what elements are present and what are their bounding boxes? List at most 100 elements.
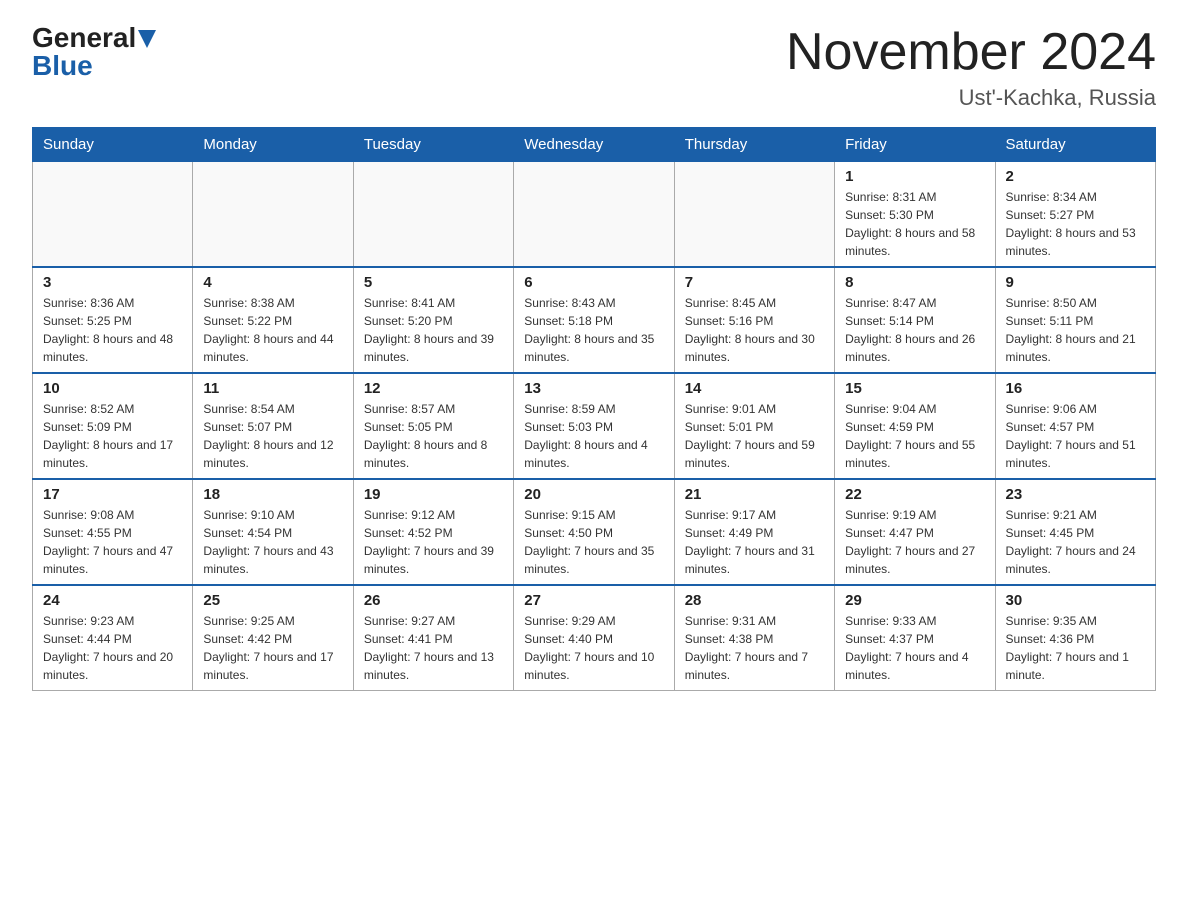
calendar-cell: 10 Sunrise: 8:52 AM Sunset: 5:09 PM Dayli… — [33, 373, 193, 479]
month-title: November 2024 — [786, 24, 1156, 81]
day-of-week-header: Friday — [835, 128, 995, 162]
day-of-week-header: Tuesday — [353, 128, 513, 162]
day-of-week-header: Saturday — [995, 128, 1155, 162]
day-info: Sunrise: 9:23 AM Sunset: 4:44 PM Dayligh… — [43, 612, 182, 684]
day-of-week-header: Wednesday — [514, 128, 674, 162]
day-info: Sunrise: 8:34 AM Sunset: 5:27 PM Dayligh… — [1006, 188, 1145, 260]
day-number: 3 — [43, 274, 182, 291]
calendar-cell — [674, 162, 834, 268]
day-number: 12 — [364, 380, 503, 397]
calendar-cell: 27 Sunrise: 9:29 AM Sunset: 4:40 PM Dayli… — [514, 585, 674, 691]
calendar-cell: 20 Sunrise: 9:15 AM Sunset: 4:50 PM Dayli… — [514, 479, 674, 585]
day-number: 23 — [1006, 486, 1145, 503]
day-info: Sunrise: 9:31 AM Sunset: 4:38 PM Dayligh… — [685, 612, 824, 684]
day-info: Sunrise: 8:47 AM Sunset: 5:14 PM Dayligh… — [845, 294, 984, 366]
calendar-cell: 19 Sunrise: 9:12 AM Sunset: 4:52 PM Dayli… — [353, 479, 513, 585]
day-info: Sunrise: 9:33 AM Sunset: 4:37 PM Dayligh… — [845, 612, 984, 684]
day-info: Sunrise: 9:29 AM Sunset: 4:40 PM Dayligh… — [524, 612, 663, 684]
day-number: 7 — [685, 274, 824, 291]
day-info: Sunrise: 9:21 AM Sunset: 4:45 PM Dayligh… — [1006, 506, 1145, 578]
day-number: 17 — [43, 486, 182, 503]
location: Ust'-Kachka, Russia — [786, 85, 1156, 111]
day-number: 22 — [845, 486, 984, 503]
day-info: Sunrise: 9:35 AM Sunset: 4:36 PM Dayligh… — [1006, 612, 1145, 684]
day-number: 15 — [845, 380, 984, 397]
calendar-cell: 7Sunrise: 8:45 AM Sunset: 5:16 PM Daylig… — [674, 267, 834, 373]
day-number: 16 — [1006, 380, 1145, 397]
calendar-cell: 29 Sunrise: 9:33 AM Sunset: 4:37 PM Dayli… — [835, 585, 995, 691]
logo-triangle-icon — [138, 30, 156, 48]
day-info: Sunrise: 9:12 AM Sunset: 4:52 PM Dayligh… — [364, 506, 503, 578]
day-number: 24 — [43, 592, 182, 609]
day-info: Sunrise: 8:43 AM Sunset: 5:18 PM Dayligh… — [524, 294, 663, 366]
day-of-week-header: Monday — [193, 128, 353, 162]
calendar-cell: 5 Sunrise: 8:41 AM Sunset: 5:20 PM Daylig… — [353, 267, 513, 373]
day-number: 5 — [364, 274, 503, 291]
day-info: Sunrise: 9:08 AM Sunset: 4:55 PM Dayligh… — [43, 506, 182, 578]
day-info: Sunrise: 8:52 AM Sunset: 5:09 PM Dayligh… — [43, 400, 182, 472]
day-info: Sunrise: 8:31 AM Sunset: 5:30 PM Dayligh… — [845, 188, 984, 260]
day-number: 28 — [685, 592, 824, 609]
day-number: 13 — [524, 380, 663, 397]
calendar-cell: 13 Sunrise: 8:59 AM Sunset: 5:03 PM Dayli… — [514, 373, 674, 479]
day-number: 1 — [845, 168, 984, 185]
calendar-cell: 1 Sunrise: 8:31 AM Sunset: 5:30 PM Daylig… — [835, 162, 995, 268]
calendar-cell: 3 Sunrise: 8:36 AM Sunset: 5:25 PM Daylig… — [33, 267, 193, 373]
day-info: Sunrise: 9:15 AM Sunset: 4:50 PM Dayligh… — [524, 506, 663, 578]
calendar-cell: 28 Sunrise: 9:31 AM Sunset: 4:38 PM Dayli… — [674, 585, 834, 691]
calendar-cell: 26 Sunrise: 9:27 AM Sunset: 4:41 PM Dayli… — [353, 585, 513, 691]
calendar-cell: 11 Sunrise: 8:54 AM Sunset: 5:07 PM Dayli… — [193, 373, 353, 479]
day-info: Sunrise: 9:10 AM Sunset: 4:54 PM Dayligh… — [203, 506, 342, 578]
day-number: 21 — [685, 486, 824, 503]
day-info: Sunrise: 8:59 AM Sunset: 5:03 PM Dayligh… — [524, 400, 663, 472]
calendar-cell — [33, 162, 193, 268]
day-info: Sunrise: 8:41 AM Sunset: 5:20 PM Dayligh… — [364, 294, 503, 366]
calendar-cell: 16 Sunrise: 9:06 AM Sunset: 4:57 PM Dayli… — [995, 373, 1155, 479]
day-info: Sunrise: 9:06 AM Sunset: 4:57 PM Dayligh… — [1006, 400, 1145, 472]
day-info: Sunrise: 9:04 AM Sunset: 4:59 PM Dayligh… — [845, 400, 984, 472]
logo-blue-text: Blue — [32, 52, 93, 80]
day-info: Sunrise: 9:25 AM Sunset: 4:42 PM Dayligh… — [203, 612, 342, 684]
day-number: 20 — [524, 486, 663, 503]
day-number: 29 — [845, 592, 984, 609]
day-number: 4 — [203, 274, 342, 291]
day-number: 26 — [364, 592, 503, 609]
day-number: 14 — [685, 380, 824, 397]
page-header: General Blue November 2024 Ust'-Kachka, … — [32, 24, 1156, 111]
calendar-cell: 21 Sunrise: 9:17 AM Sunset: 4:49 PM Dayli… — [674, 479, 834, 585]
day-number: 9 — [1006, 274, 1145, 291]
day-info: Sunrise: 8:54 AM Sunset: 5:07 PM Dayligh… — [203, 400, 342, 472]
calendar-week-row: 1 Sunrise: 8:31 AM Sunset: 5:30 PM Daylig… — [33, 162, 1156, 268]
calendar-cell: 17 Sunrise: 9:08 AM Sunset: 4:55 PM Dayli… — [33, 479, 193, 585]
day-info: Sunrise: 9:19 AM Sunset: 4:47 PM Dayligh… — [845, 506, 984, 578]
calendar-cell: 22 Sunrise: 9:19 AM Sunset: 4:47 PM Dayli… — [835, 479, 995, 585]
day-info: Sunrise: 8:38 AM Sunset: 5:22 PM Dayligh… — [203, 294, 342, 366]
calendar-cell: 30 Sunrise: 9:35 AM Sunset: 4:36 PM Dayli… — [995, 585, 1155, 691]
calendar-cell: 4 Sunrise: 8:38 AM Sunset: 5:22 PM Daylig… — [193, 267, 353, 373]
calendar-week-row: 3 Sunrise: 8:36 AM Sunset: 5:25 PM Daylig… — [33, 267, 1156, 373]
day-number: 10 — [43, 380, 182, 397]
day-info: Sunrise: 9:17 AM Sunset: 4:49 PM Dayligh… — [685, 506, 824, 578]
day-number: 11 — [203, 380, 342, 397]
calendar-cell: 9 Sunrise: 8:50 AM Sunset: 5:11 PM Daylig… — [995, 267, 1155, 373]
day-info: Sunrise: 9:01 AM Sunset: 5:01 PM Dayligh… — [685, 400, 824, 472]
calendar-cell: 25Sunrise: 9:25 AM Sunset: 4:42 PM Dayli… — [193, 585, 353, 691]
logo-general-text: General — [32, 24, 136, 52]
day-of-week-header: Sunday — [33, 128, 193, 162]
day-info: Sunrise: 8:50 AM Sunset: 5:11 PM Dayligh… — [1006, 294, 1145, 366]
calendar-cell: 14 Sunrise: 9:01 AM Sunset: 5:01 PM Dayli… — [674, 373, 834, 479]
day-info: Sunrise: 9:27 AM Sunset: 4:41 PM Dayligh… — [364, 612, 503, 684]
calendar-week-row: 17 Sunrise: 9:08 AM Sunset: 4:55 PM Dayli… — [33, 479, 1156, 585]
day-info: Sunrise: 8:36 AM Sunset: 5:25 PM Dayligh… — [43, 294, 182, 366]
day-of-week-header: Thursday — [674, 128, 834, 162]
calendar-cell — [353, 162, 513, 268]
calendar-cell: 12Sunrise: 8:57 AM Sunset: 5:05 PM Dayli… — [353, 373, 513, 479]
logo: General Blue — [32, 24, 156, 80]
day-number: 27 — [524, 592, 663, 609]
day-number: 18 — [203, 486, 342, 503]
day-number: 30 — [1006, 592, 1145, 609]
day-number: 6 — [524, 274, 663, 291]
calendar-cell — [193, 162, 353, 268]
day-number: 19 — [364, 486, 503, 503]
calendar-week-row: 10 Sunrise: 8:52 AM Sunset: 5:09 PM Dayli… — [33, 373, 1156, 479]
